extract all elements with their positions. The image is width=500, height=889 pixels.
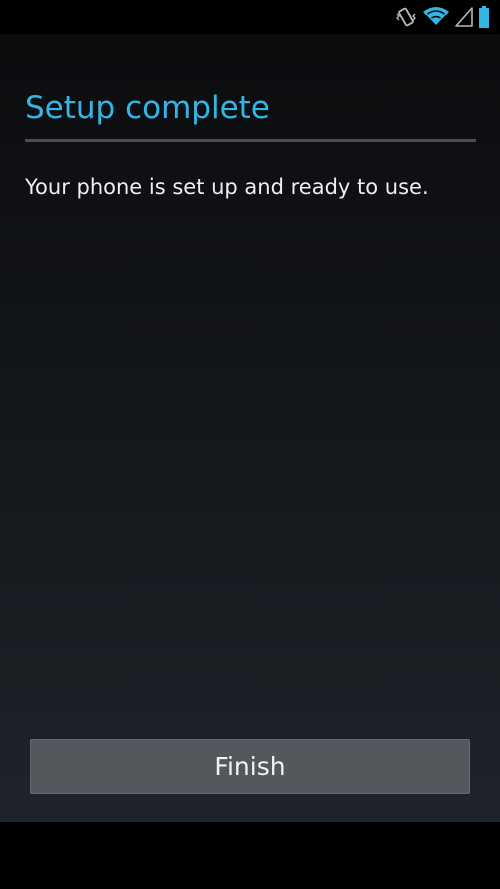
page-title: Setup complete	[25, 90, 270, 126]
wifi-icon	[422, 5, 450, 29]
status-icons	[394, 5, 490, 29]
cell-signal-icon	[454, 5, 474, 29]
setup-message: Your phone is set up and ready to use.	[25, 175, 429, 199]
battery-icon	[478, 5, 490, 29]
navigation-bar	[0, 822, 500, 889]
vibrate-icon	[394, 5, 418, 29]
status-bar	[0, 0, 500, 34]
finish-button[interactable]: Finish	[30, 739, 470, 794]
title-divider	[25, 139, 476, 142]
phone-screen: Setup complete Your phone is set up and …	[0, 0, 500, 889]
setup-complete-screen: Setup complete Your phone is set up and …	[0, 34, 500, 822]
